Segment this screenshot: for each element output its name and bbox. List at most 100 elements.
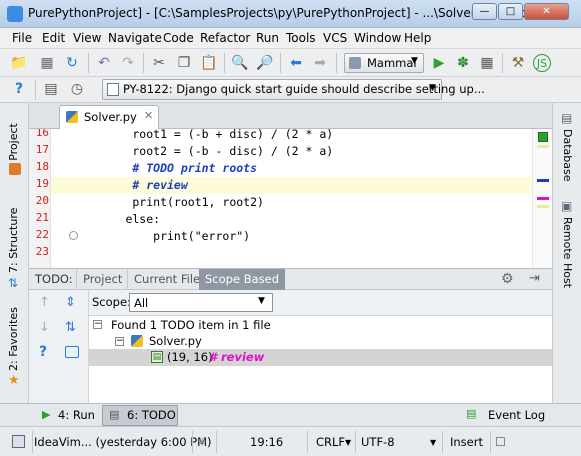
run-configuration-select[interactable]: Mammal ▼ (344, 53, 424, 73)
stripe-mark[interactable] (537, 205, 549, 208)
collapse-node-icon[interactable]: − (93, 320, 102, 329)
task-icon (107, 83, 119, 96)
menu-view[interactable]: View (73, 31, 101, 45)
find-icon[interactable]: 🔍 (231, 54, 249, 72)
collapse-all-icon[interactable]: ⇅ (65, 320, 76, 335)
history-icon[interactable]: ◷ (68, 80, 86, 98)
help-icon[interactable]: ? (39, 344, 47, 360)
menu-navigate[interactable]: Navigate (108, 31, 162, 45)
close-tab-icon[interactable]: ✕ (144, 109, 153, 122)
line-number: 19 (35, 177, 49, 190)
stripe-mark[interactable] (537, 197, 549, 200)
forward-icon[interactable]: ➡ (311, 54, 329, 72)
menu-vcs[interactable]: VCS (323, 31, 347, 45)
paste-icon[interactable]: 📋 (200, 54, 218, 72)
maximize-button[interactable]: □ (498, 3, 523, 20)
save-icon[interactable]: ▦ (38, 54, 56, 72)
help-icon[interactable]: ? (10, 80, 28, 98)
lock-icon[interactable] (496, 437, 505, 446)
remote-host-icon: ▣ (561, 199, 573, 213)
coverage-icon[interactable]: ▦ (478, 54, 496, 72)
minimize-button[interactable]: — (472, 3, 497, 20)
tree-todo-item[interactable]: ▤ (19, 16) # review (89, 349, 552, 366)
menu-tools[interactable]: Tools (286, 31, 316, 45)
sync-icon[interactable]: ↻ (63, 54, 81, 72)
copy-icon[interactable]: ❐ (175, 54, 193, 72)
project-icon (9, 163, 21, 175)
next-todo-icon[interactable]: ↓ (39, 320, 50, 335)
line-number: 17 (35, 143, 49, 156)
preview-icon[interactable] (65, 346, 79, 358)
debug-icon[interactable]: ✽ (454, 54, 472, 72)
todo-tool-label: 6: TODO (127, 408, 176, 422)
stripe-mark[interactable] (537, 145, 549, 148)
todo-tool-tab[interactable]: ▤ 6: TODO (102, 405, 178, 426)
remote-host-tool-tab[interactable]: Remote Host (561, 217, 574, 288)
line-number: 18 (35, 160, 49, 173)
tab-scope-based[interactable]: Scope Based (199, 269, 285, 290)
error-stripe[interactable] (532, 129, 552, 268)
menu-edit[interactable]: Edit (42, 31, 65, 45)
tab-project[interactable]: Project (76, 269, 128, 290)
caret-position[interactable]: 19:16 (250, 432, 283, 452)
cut-icon[interactable]: ✂ (150, 54, 168, 72)
open-folder-icon[interactable]: 📁 (10, 54, 28, 72)
tree-file[interactable]: Solver.py (149, 334, 202, 348)
progress-spinner-icon: ✳ (197, 435, 208, 449)
close-button[interactable]: ✕ (524, 3, 569, 20)
todo-title: TODO: (35, 272, 73, 286)
run-tool-tab[interactable]: ▶ 4: Run (38, 406, 98, 425)
editor-tab-solver[interactable]: Solver.py ✕ (59, 105, 159, 129)
encoding[interactable]: UTF-8 (361, 432, 395, 452)
todo-item-position: (19, 16) (167, 350, 213, 364)
hide-panel-icon[interactable]: ⇥ (529, 271, 540, 286)
menu-code[interactable]: Code (163, 31, 194, 45)
code-line: print(root1, root2) (77, 195, 264, 209)
title-bar: PurePythonProject] - [C:\SamplesProjects… (0, 0, 581, 28)
stripe-mark[interactable] (537, 179, 549, 182)
active-task-select[interactable]: PY-8122: Django quick start guide should… (102, 79, 485, 100)
redo-icon[interactable]: ↷ (119, 54, 137, 72)
inspection-status-icon (538, 132, 548, 142)
menu-refactor[interactable]: Refactor (200, 31, 250, 45)
task-toolbar: ? ▤ ◷ PY-8122: Django quick start guide … (0, 77, 581, 103)
js-icon[interactable]: JS (533, 54, 551, 72)
line-number: 21 (35, 211, 49, 224)
gear-icon[interactable]: ⚙ (501, 271, 514, 287)
collapse-node-icon[interactable]: − (115, 337, 124, 346)
code-line-todo: # TODO print roots (77, 161, 258, 175)
structure-tool-label: 7: Structure (7, 207, 20, 273)
tree-root[interactable]: Found 1 TODO item in 1 file (111, 318, 271, 332)
settings-icon[interactable]: ⚒ (509, 54, 527, 72)
line-separator[interactable]: CRLF (316, 432, 345, 452)
chevron-down-icon: ▼ (429, 83, 436, 93)
python-icon (349, 57, 361, 69)
chevron-down-icon: ▼ (411, 56, 418, 66)
tasks-icon[interactable]: ▤ (42, 80, 60, 98)
tab-current-file[interactable]: Current File (127, 269, 206, 290)
toggle-tool-windows-icon[interactable] (12, 435, 25, 448)
run-icon[interactable]: ▶ (430, 54, 448, 72)
replace-icon[interactable]: 🔎 (256, 54, 274, 72)
code-editor[interactable]: 16 17 18 19 20 21 22 23 root1 = (-b + di… (29, 129, 552, 268)
event-log-tool-tab[interactable]: ▤ Event Log (464, 406, 554, 425)
todo-item-icon: ▤ (151, 351, 163, 363)
menu-window[interactable]: Window (354, 31, 401, 45)
previous-todo-icon[interactable]: ↑ (39, 295, 50, 310)
database-tool-tab[interactable]: Database (561, 129, 574, 182)
run-config-label: Mammal (367, 56, 417, 70)
menu-file[interactable]: File (12, 31, 32, 45)
fold-gutter (51, 129, 78, 268)
undo-icon[interactable]: ↶ (95, 54, 113, 72)
line-number: 20 (35, 194, 49, 207)
structure-tool-tab[interactable]: 7: Structure (7, 208, 20, 273)
editor-mode: Insert (450, 435, 483, 449)
scope-select[interactable]: All ▼ (129, 293, 273, 312)
expand-all-icon[interactable]: ⇕ (65, 295, 76, 310)
back-icon[interactable]: ⬅ (287, 54, 305, 72)
favorites-tool-label: 2: Favorites (7, 307, 20, 371)
menu-help[interactable]: Help (404, 31, 431, 45)
main-toolbar: 📁 ▦ ↻ ↶ ↷ ✂ ❐ 📋 🔍 🔎 ⬅ ➡ Mammal ▼ ▶ ✽ ▦ ⚒… (0, 49, 581, 77)
menu-run[interactable]: Run (256, 31, 279, 45)
favorites-tool-tab[interactable]: 2: Favorites (7, 307, 20, 371)
